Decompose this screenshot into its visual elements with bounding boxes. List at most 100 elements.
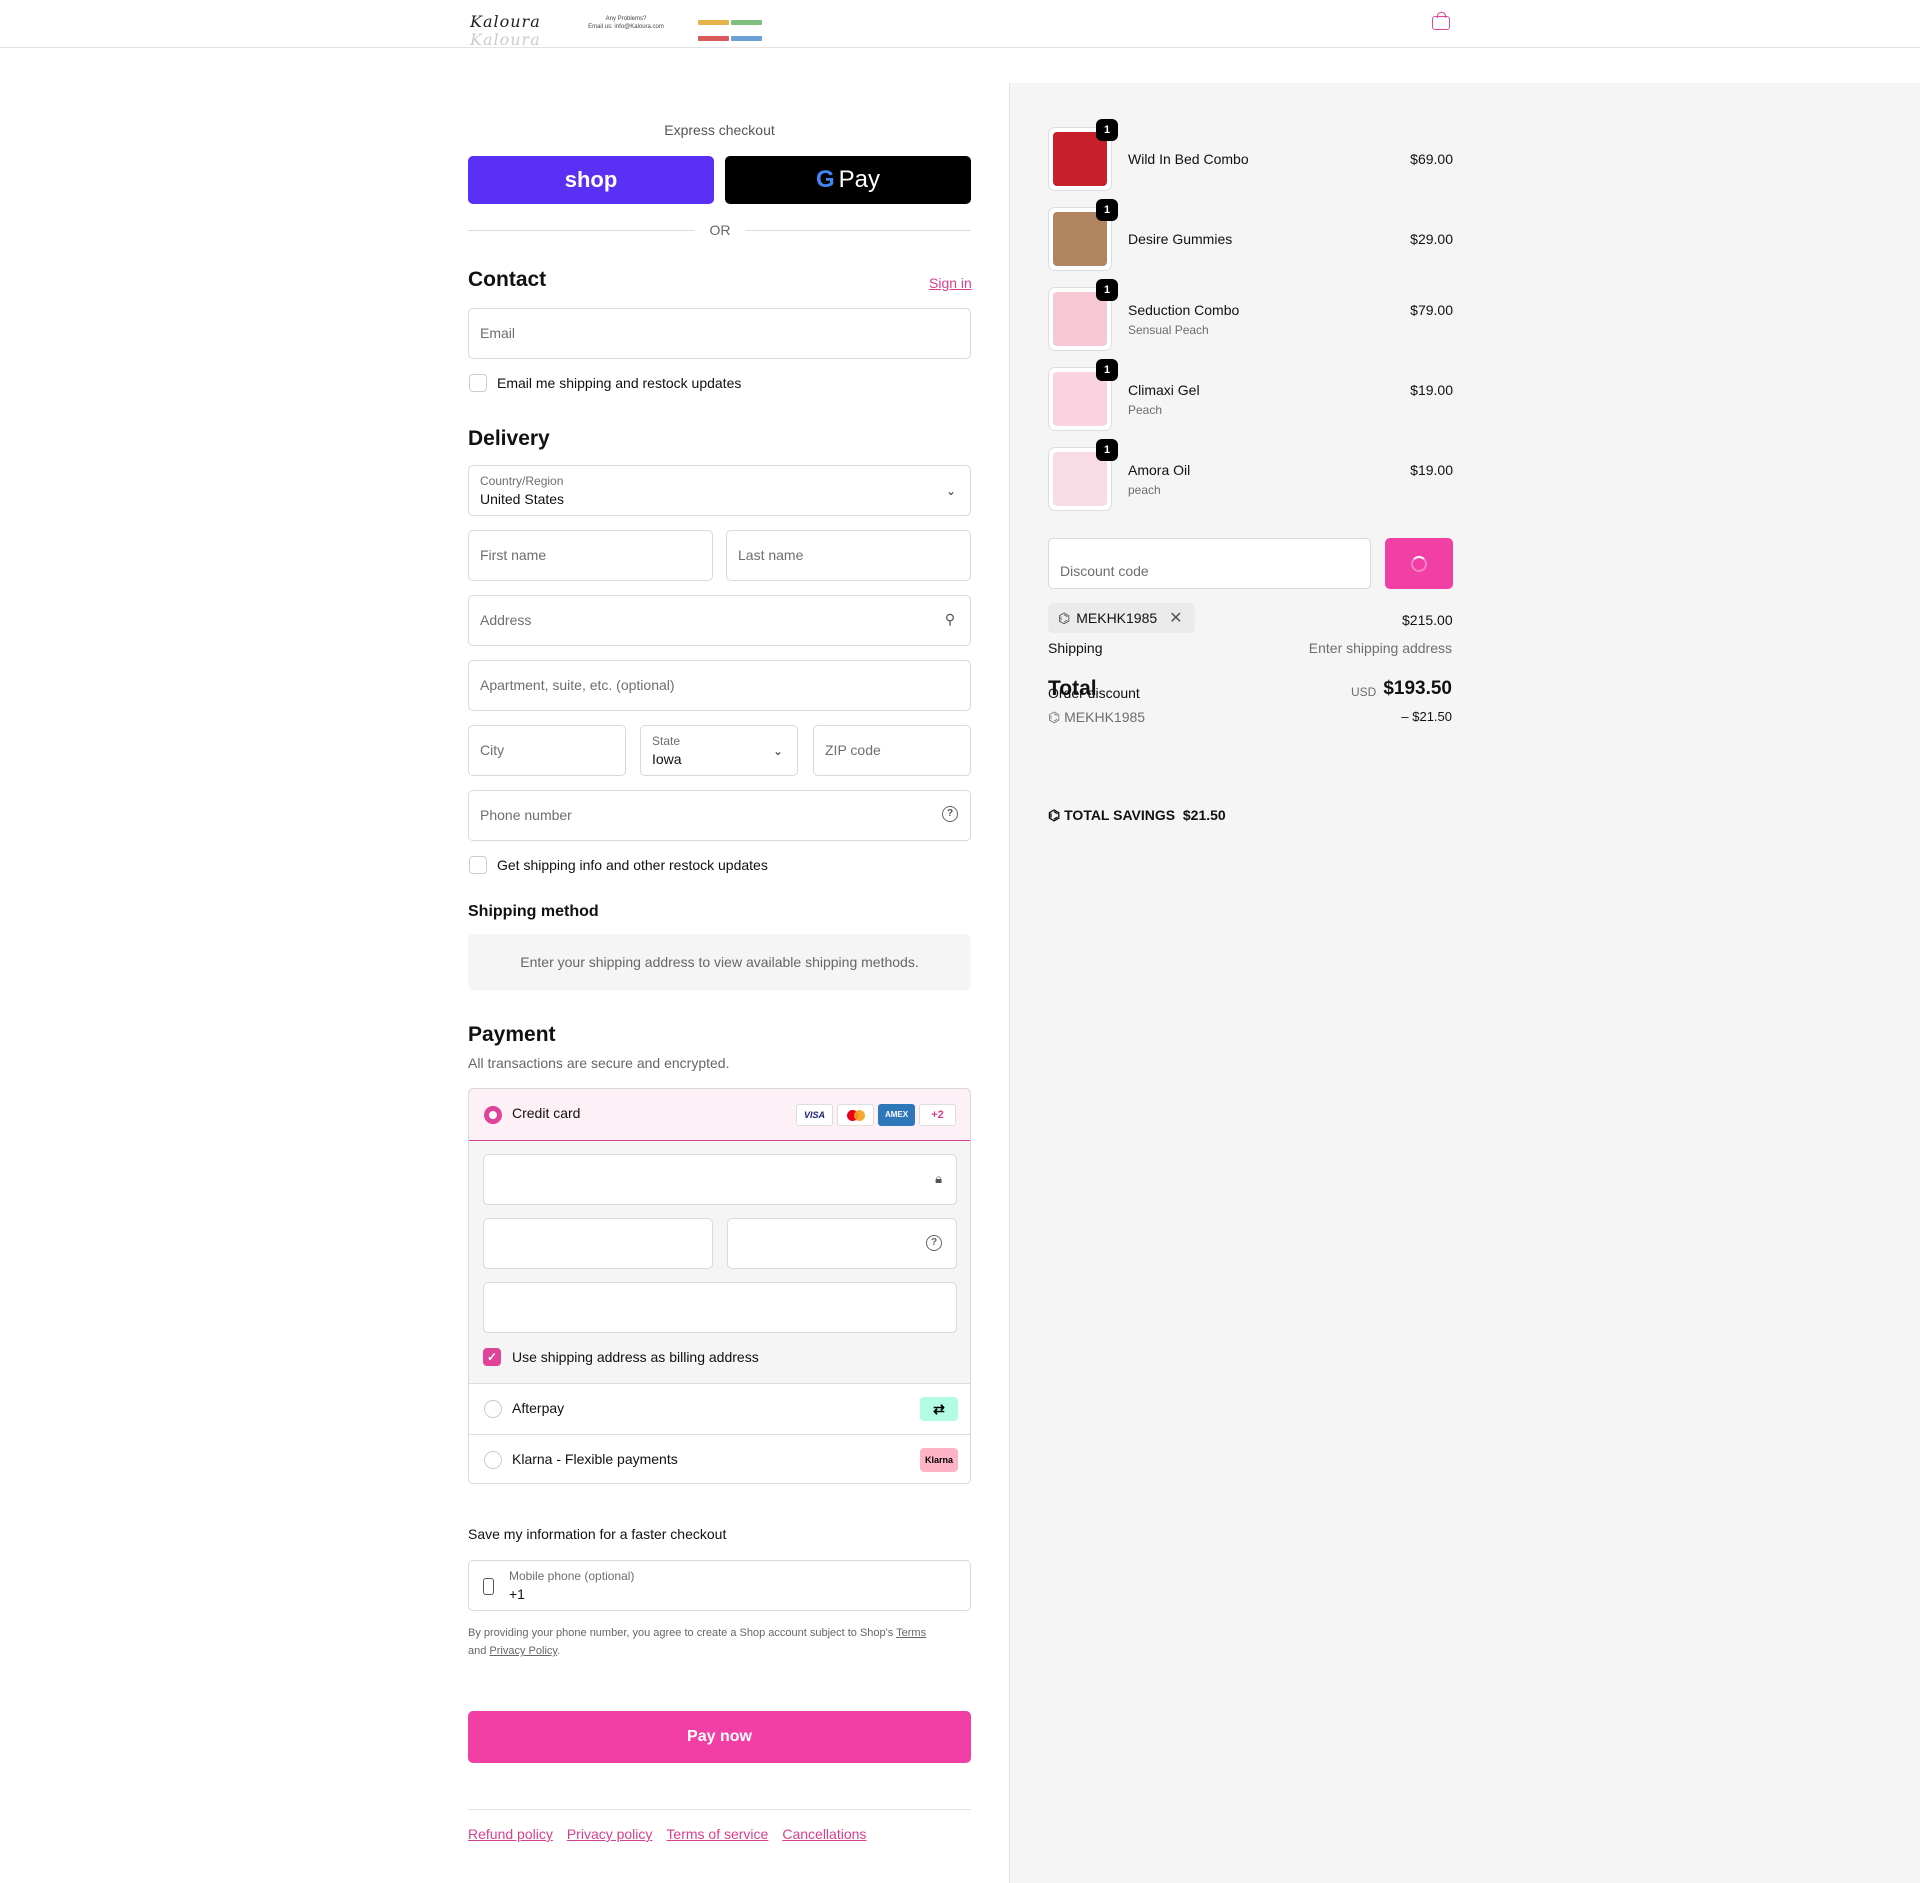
email-updates-checkbox[interactable]	[469, 374, 487, 392]
credit-card-radio[interactable]	[484, 1106, 502, 1124]
credit-card-label: Credit card	[512, 1105, 581, 1121]
cancellations-link[interactable]: Cancellations	[782, 1826, 866, 1842]
line-item: 1 Climaxi Gel Peach $19.00	[1048, 359, 1453, 431]
banner-line-1: Any Problems?	[605, 16, 647, 22]
more-cards-badge[interactable]: +2	[919, 1104, 956, 1126]
line-item: 1 Wild In Bed Combo $69.00	[1048, 119, 1453, 191]
delivery-heading: Delivery	[468, 427, 550, 450]
store-logo[interactable]: Kaloura	[470, 12, 541, 31]
refund-policy-link[interactable]: Refund policy	[468, 1826, 553, 1842]
shipping-label: Shipping	[1048, 640, 1103, 656]
card-brands: VISA AMEX +2	[792, 1104, 956, 1126]
shipping-updates-checkbox[interactable]	[469, 856, 487, 874]
gpay-label: Pay	[838, 166, 881, 193]
shipping-updates-label: Get shipping info and other restock upda…	[497, 857, 768, 873]
item-price: $29.00	[1410, 231, 1453, 247]
phone-placeholder: Phone number	[480, 807, 572, 823]
mobile-label: Mobile phone (optional)	[509, 1569, 635, 1583]
discount-code-field[interactable]: Discount code	[1048, 538, 1371, 589]
google-g-icon: G	[815, 166, 835, 193]
help-icon[interactable]: ?	[926, 1235, 942, 1251]
phone-field[interactable]: Phone number ?	[468, 790, 971, 841]
item-variant: peach	[1128, 483, 1161, 497]
mobile-phone-field[interactable]: Mobile phone (optional) +1	[468, 1560, 971, 1611]
item-name: Desire Gummies	[1128, 231, 1233, 247]
total-savings-value: $21.50	[1182, 807, 1226, 823]
shop-pay-button[interactable]: shop	[468, 156, 714, 204]
state-label: State	[652, 734, 681, 748]
apply-discount-button[interactable]	[1385, 538, 1453, 589]
currency-code: USD	[1351, 685, 1377, 699]
or-separator: OR	[695, 222, 745, 238]
item-name: Amora Oil	[1128, 462, 1191, 478]
mastercard-icon	[837, 1104, 874, 1126]
expiration-field[interactable]	[483, 1218, 713, 1269]
email-updates-label: Email me shipping and restock updates	[497, 375, 742, 391]
email-field[interactable]: Email	[468, 308, 971, 359]
name-on-card-field[interactable]	[483, 1282, 957, 1333]
remove-discount-icon[interactable]: ✕	[1169, 604, 1182, 634]
pay-now-button[interactable]: Pay now	[468, 1711, 971, 1763]
address-field[interactable]: Address ⚲	[468, 595, 971, 646]
item-variant: Peach	[1128, 403, 1163, 417]
card-number-field[interactable]: 🔒︎	[483, 1154, 957, 1205]
afterpay-logo: ⇄	[920, 1397, 958, 1421]
save-info-title: Save my information for a faster checkou…	[468, 1526, 727, 1542]
security-code-field[interactable]: ?	[727, 1218, 957, 1269]
legal-text: By providing your phone number, you agre…	[468, 1624, 971, 1660]
state-value: Iowa	[652, 751, 682, 767]
sign-in-link[interactable]: Sign in	[929, 275, 972, 291]
country-select[interactable]: Country/Region United States ⌄	[468, 465, 971, 516]
item-variant: Sensual Peach	[1128, 323, 1209, 337]
total-value: $193.50	[1383, 678, 1452, 699]
applied-discount-tag: ⌬ MEKHK1985 ✕	[1048, 603, 1195, 633]
discount-code-line: ⌬ MEKHK1985	[1048, 709, 1146, 725]
payment-heading: Payment	[468, 1023, 556, 1046]
billing-same-checkbox[interactable]: ✓	[483, 1348, 501, 1366]
legal-suffix: .	[557, 1645, 561, 1657]
discount-placeholder: Discount code	[1060, 563, 1149, 579]
city-field[interactable]: City	[468, 725, 626, 776]
last-name-field[interactable]: Last name	[726, 530, 971, 581]
total-savings-label: TOTAL SAVINGS	[1064, 807, 1176, 823]
subtotal-value: $215.00	[1402, 612, 1453, 628]
quantity-badge: 1	[1096, 359, 1118, 381]
tag-icon: ⌬	[1048, 709, 1065, 725]
credit-card-option[interactable]: Credit card VISA AMEX +2	[469, 1089, 970, 1141]
afterpay-radio[interactable]	[484, 1400, 502, 1418]
item-name: Climaxi Gel	[1128, 382, 1200, 398]
country-label: Country/Region	[480, 474, 564, 488]
contact-heading: Contact	[468, 268, 547, 291]
discount-amount: – $21.50	[1401, 709, 1452, 724]
state-select[interactable]: State Iowa ⌄	[640, 725, 798, 776]
afterpay-option[interactable]: Afterpay ⇄	[469, 1383, 970, 1434]
item-name: Seduction Combo	[1128, 302, 1240, 318]
site-header: Kaloura Kaloura Any Problems? Email us: …	[0, 0, 1920, 49]
first-name-field[interactable]: First name	[468, 530, 713, 581]
klarna-option[interactable]: Klarna - Flexible payments Klarna	[469, 1434, 970, 1483]
shopping-bag-icon[interactable]	[1432, 12, 1450, 30]
zip-placeholder: ZIP code	[825, 742, 881, 758]
help-icon[interactable]: ?	[942, 806, 958, 822]
quantity-badge: 1	[1096, 119, 1118, 141]
line-item: 1 Seduction Combo Sensual Peach $79.00	[1048, 279, 1453, 351]
mobile-value: +1	[509, 1586, 525, 1602]
total-label: Total	[1048, 677, 1097, 700]
apartment-field[interactable]: Apartment, suite, etc. (optional)	[468, 660, 971, 711]
order-summary-panel	[1009, 83, 1920, 1883]
terms-link[interactable]: Terms	[896, 1627, 926, 1639]
google-pay-button[interactable]: G Pay	[725, 156, 971, 204]
lock-icon: 🔒︎	[935, 1171, 942, 1186]
visa-icon: VISA	[796, 1104, 833, 1126]
klarna-radio[interactable]	[484, 1451, 502, 1469]
terms-of-service-link[interactable]: Terms of service	[666, 1826, 768, 1842]
address-placeholder: Address	[480, 612, 532, 628]
klarna-label: Klarna - Flexible payments	[512, 1451, 678, 1467]
quantity-badge: 1	[1096, 279, 1118, 301]
privacy-policy-footer-link[interactable]: Privacy policy	[567, 1826, 653, 1842]
footer-links: Refund policy Privacy policy Terms of serv…	[468, 1826, 880, 1842]
privacy-policy-link[interactable]: Privacy Policy	[489, 1645, 557, 1657]
email-placeholder: Email	[480, 325, 516, 341]
zip-field[interactable]: ZIP code	[813, 725, 971, 776]
discount-code-label: MEKHK1985	[1076, 610, 1158, 626]
